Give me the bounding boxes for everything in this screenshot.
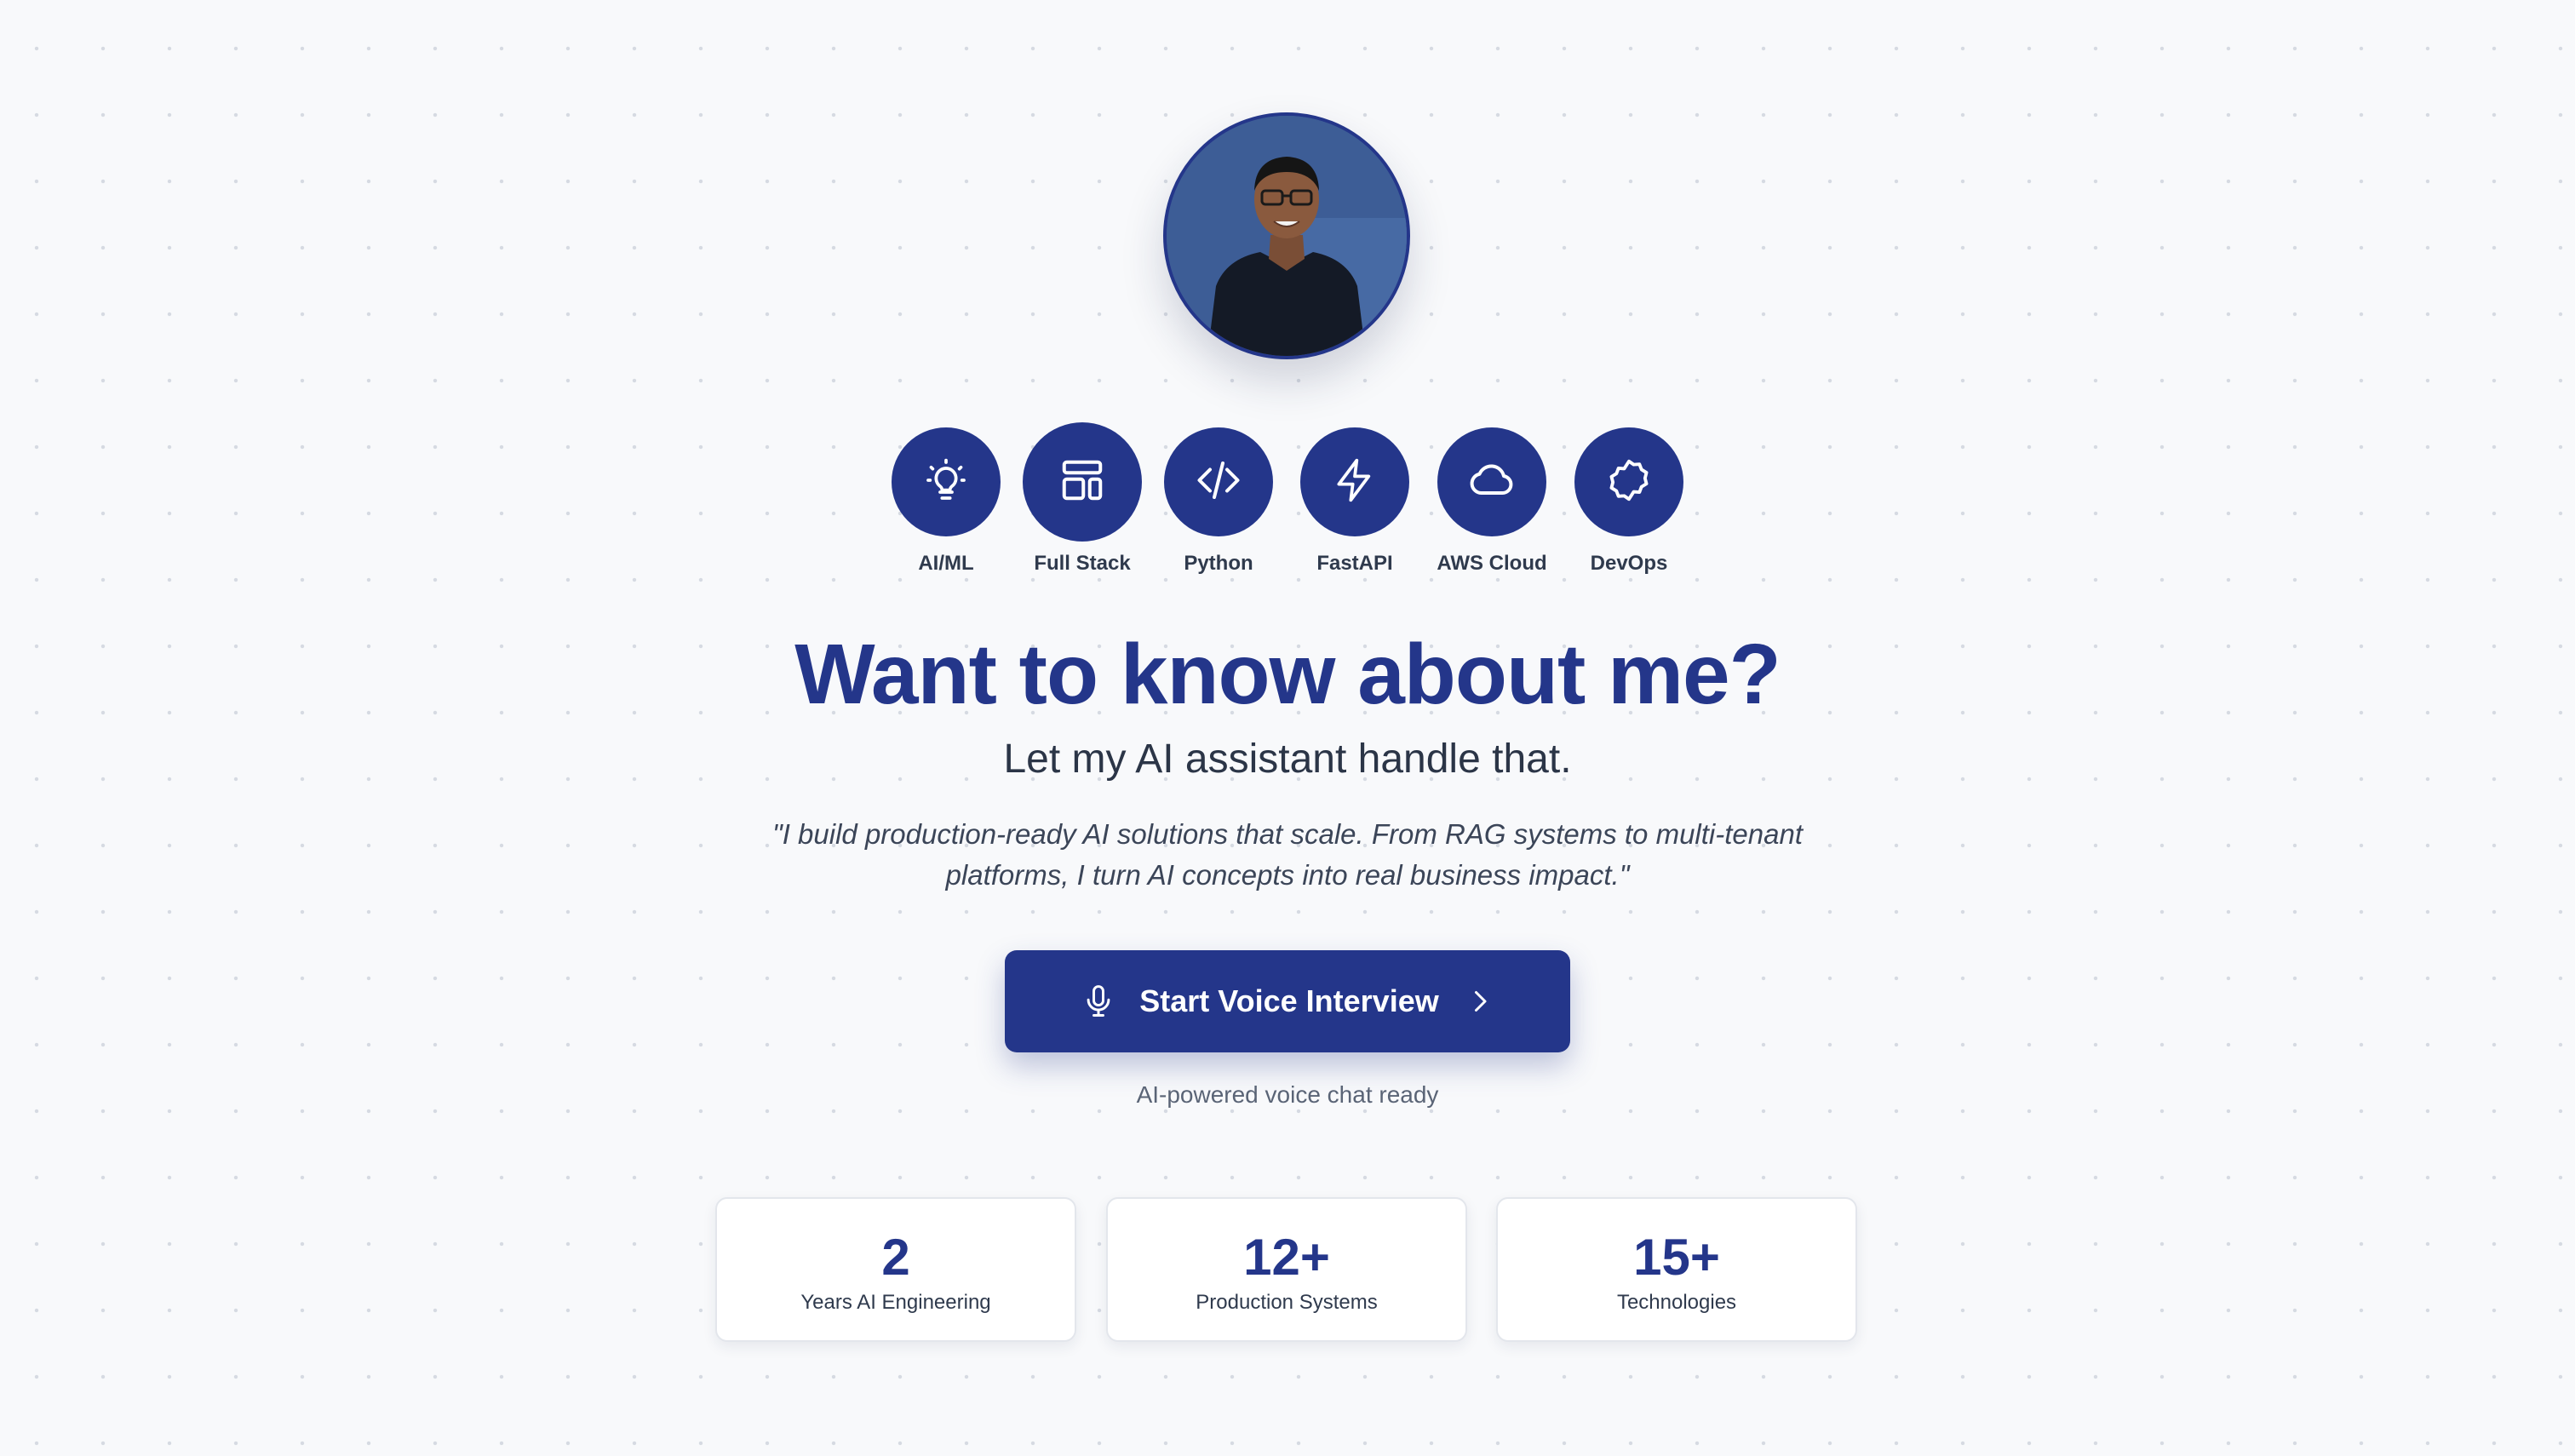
skill-icon-circle [1300,427,1409,536]
skill-icon-circle [892,427,1001,536]
page-subtitle: Let my AI assistant handle that. [1003,737,1572,782]
stat-card-technologies: 15+ Technologies [1496,1197,1857,1342]
skill-label: AI/ML [918,552,974,575]
skill-full-stack[interactable]: Full Stack [1010,422,1155,576]
skill-icon-circle [1437,427,1546,536]
layout-icon [1057,455,1108,510]
skill-label: AWS Cloud [1437,552,1547,575]
avatar [1163,112,1410,359]
page-title: Want to know about me? [794,627,1781,722]
voice-status-text: AI-powered voice chat ready [1136,1081,1439,1108]
skill-label: FastAPI [1316,552,1393,575]
gear-icon [1604,456,1654,509]
skill-aws-cloud[interactable]: AWS Cloud [1419,424,1564,576]
stat-card-years: 2 Years AI Engineering [715,1197,1076,1342]
skill-fastapi[interactable]: FastAPI [1282,424,1427,576]
stat-label: Years AI Engineering [800,1291,991,1314]
code-icon [1193,455,1244,510]
stat-label: Technologies [1616,1291,1737,1314]
landing-page: AI/ML Full Stack Python FastAPI AWS Clou… [0,0,2575,1456]
stat-value: 15+ [1633,1229,1720,1286]
chevron-right-icon [1465,986,1495,1017]
intro-quote: "I build production-ready AI solutions t… [772,818,1803,891]
skill-python[interactable]: Python [1146,424,1291,576]
microphone-icon [1080,983,1117,1020]
skill-label: Full Stack [1034,552,1131,575]
stat-value: 12+ [1243,1229,1330,1286]
skill-icon-circle [1574,427,1683,536]
cloud-icon [1466,455,1517,510]
stat-card-production-systems: 12+ Production Systems [1106,1197,1467,1342]
skill-icon-circle [1164,427,1273,536]
lightning-icon [1331,456,1379,508]
stat-value: 2 [881,1229,910,1286]
skill-label: DevOps [1590,552,1668,575]
skill-ai-ml[interactable]: AI/ML [874,424,1018,576]
start-voice-interview-button[interactable]: Start Voice Interview [1005,950,1570,1052]
profile-photo [1163,112,1410,359]
lightbulb-icon [922,456,970,508]
skill-devops[interactable]: DevOps [1557,424,1701,576]
stat-label: Production Systems [1196,1291,1378,1314]
start-voice-interview-label: Start Voice Interview [1139,983,1439,1018]
skill-icon-circle [1023,422,1142,542]
skills-row: AI/ML Full Stack Python FastAPI AWS Clou… [0,422,2575,586]
skill-label: Python [1184,552,1253,575]
